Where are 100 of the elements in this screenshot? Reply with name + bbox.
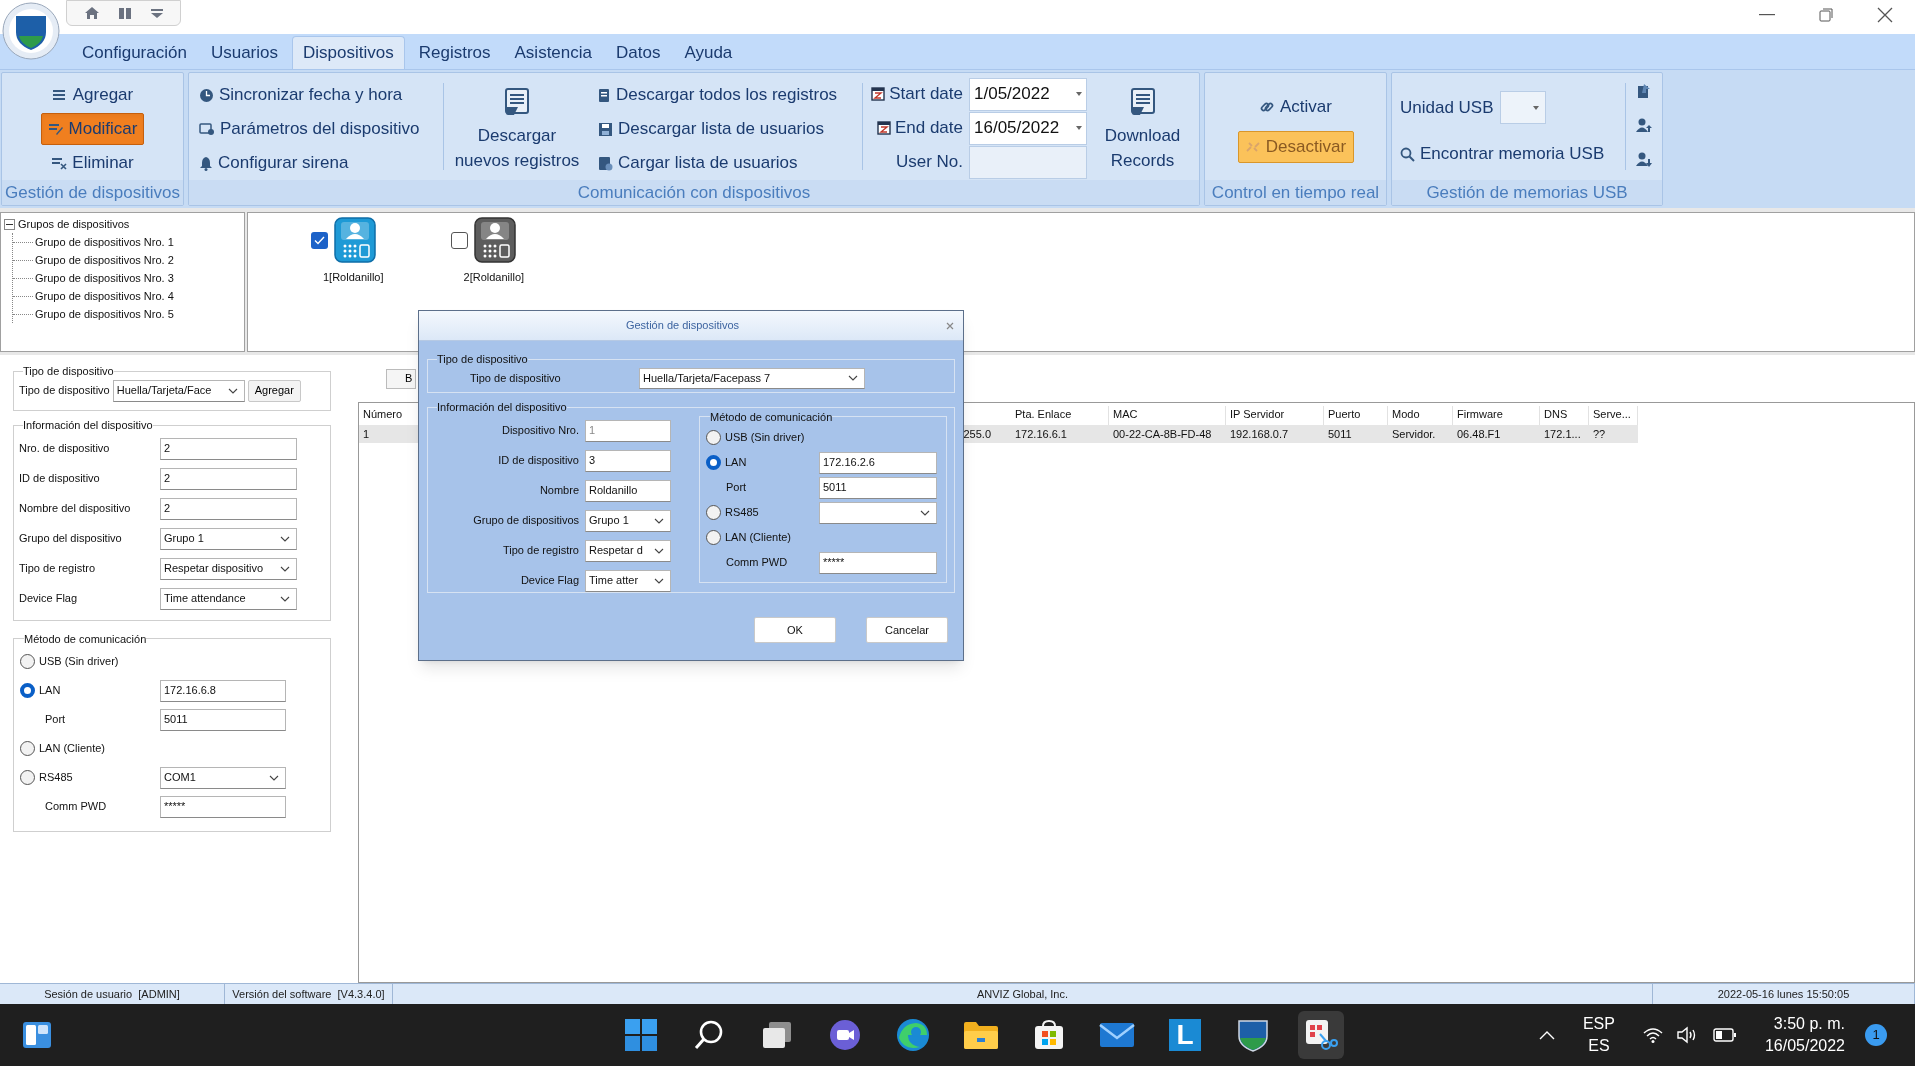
chat-icon[interactable] xyxy=(829,1019,861,1051)
dialog-button[interactable]: OK xyxy=(754,617,836,643)
toolbar-button[interactable]: Descargar todos los registros xyxy=(598,79,862,111)
radio-button[interactable] xyxy=(706,455,721,470)
close-icon[interactable] xyxy=(1877,7,1893,23)
input-field[interactable]: 2 xyxy=(160,437,297,460)
device-label[interactable]: 2[Roldanillo] xyxy=(443,269,525,286)
collapse-toggle[interactable] xyxy=(4,218,15,230)
radio-button[interactable] xyxy=(20,741,35,756)
export-icon[interactable] xyxy=(1636,83,1652,99)
widgets-icon[interactable] xyxy=(22,1021,52,1049)
download-button[interactable]: Descargar nuevos registros xyxy=(444,73,590,180)
toolbar-button[interactable]: Activar xyxy=(1255,91,1336,123)
browser-icon[interactable] xyxy=(896,1018,930,1052)
tree-item[interactable]: Grupo de dispositivos Nro. 2 xyxy=(33,251,174,269)
store-icon[interactable] xyxy=(1033,1019,1065,1051)
minimize-icon[interactable] xyxy=(1759,14,1775,16)
field-label: Port xyxy=(725,480,747,496)
input-field[interactable]: 2 xyxy=(160,497,297,520)
dialog-button[interactable]: Cancelar xyxy=(866,617,948,643)
user-upload-icon[interactable] xyxy=(1636,117,1652,133)
radio-button[interactable] xyxy=(20,654,35,669)
toolbar-button[interactable]: Cargar lista de usuarios xyxy=(598,147,862,179)
dropdown[interactable]: Huella/Tarjeta/Face xyxy=(112,379,245,402)
checkbox[interactable] xyxy=(451,231,469,249)
toolbar-button[interactable]: Descargar lista de usuarios xyxy=(598,113,862,145)
toolbar-button[interactable]: Modificar xyxy=(40,113,145,145)
dropdown[interactable]: Respetar dispositivo xyxy=(160,557,297,580)
tree-item[interactable]: Grupo de dispositivos Nro. 1 xyxy=(33,233,174,251)
tree-item[interactable]: Grupo de dispositivos Nro. 3 xyxy=(33,269,174,287)
app-logo[interactable] xyxy=(2,2,60,60)
dropdown[interactable]: Respetar d xyxy=(585,539,671,562)
notification-badge[interactable]: 1 xyxy=(1865,1024,1887,1046)
input-field[interactable]: Roldanillo xyxy=(585,479,671,502)
terminal-icon[interactable] xyxy=(474,217,517,263)
input-field[interactable]: 172.16.2.6 xyxy=(819,451,937,474)
close-icon[interactable] xyxy=(946,321,954,330)
tree-item[interactable]: Grupo de dispositivos Nro. 5 xyxy=(33,305,174,323)
shield-icon[interactable] xyxy=(1236,1018,1270,1052)
date-field[interactable]: 16/05/2022 xyxy=(969,111,1087,145)
terminal-icon[interactable] xyxy=(333,217,376,263)
dropdown[interactable] xyxy=(819,501,937,524)
toolbar-button[interactable]: B xyxy=(386,368,416,389)
toolbar-button[interactable]: Agregar xyxy=(44,79,141,111)
download-button[interactable]: Download Records xyxy=(1095,73,1190,180)
input-field[interactable]: ***** xyxy=(160,795,286,818)
menu-tab[interactable]: Ayuda xyxy=(674,36,743,69)
dropdown[interactable]: Grupo 1 xyxy=(585,509,671,532)
menu-tab[interactable]: Usuarios xyxy=(200,36,288,69)
tree-item[interactable]: Grupo de dispositivos Nro. 4 xyxy=(33,287,174,305)
checkbox[interactable] xyxy=(310,231,328,249)
menu-tab[interactable]: Registros xyxy=(408,36,501,69)
taskbar-button[interactable] xyxy=(1298,1011,1344,1059)
menu-tab[interactable]: Configuración xyxy=(72,36,197,69)
menu-tab[interactable]: Dispositivos xyxy=(292,36,405,69)
radio-button[interactable] xyxy=(706,505,721,520)
toolbar-button[interactable]: Configurar sirena xyxy=(199,147,443,179)
dropdown[interactable]: Time atter xyxy=(585,569,671,592)
input-field[interactable]: 3 xyxy=(585,449,671,472)
input-field[interactable]: 172.16.6.8 xyxy=(160,679,286,702)
radio-button[interactable] xyxy=(706,430,721,445)
device-label[interactable]: 1[Roldanillo] xyxy=(303,269,384,286)
date-field[interactable]: 1/05/2022 xyxy=(969,77,1087,111)
dropdown[interactable]: Grupo 1 xyxy=(160,527,297,550)
home-icon[interactable] xyxy=(83,6,100,20)
input-field[interactable] xyxy=(969,145,1087,179)
snipping-tool-icon[interactable] xyxy=(1304,1018,1338,1052)
toolbar-button[interactable]: Sincronizar fecha y hora xyxy=(199,79,443,111)
dropdown-icon[interactable] xyxy=(149,7,164,19)
battery-icon[interactable] xyxy=(1712,1028,1737,1042)
clock[interactable]: 3:50 p. m. 16/05/2022 xyxy=(1764,1013,1845,1057)
user-download-icon[interactable] xyxy=(1636,151,1652,167)
toolbar-button[interactable]: Parámetros del dispositivo xyxy=(199,113,443,145)
search-icon[interactable] xyxy=(693,1019,725,1051)
taskbar-button[interactable]: L xyxy=(1162,1011,1208,1059)
tree-item[interactable]: Grupos de dispositivos xyxy=(18,215,130,233)
chevron-up-icon[interactable] xyxy=(1538,1030,1555,1040)
mail-icon[interactable] xyxy=(1099,1021,1135,1049)
dropdown[interactable]: Huella/Tarjeta/Facepass 7 xyxy=(639,367,865,389)
restore-icon[interactable] xyxy=(1819,8,1833,22)
menu-tab[interactable]: Datos xyxy=(606,36,671,69)
radio-button[interactable] xyxy=(706,530,721,545)
radio-button[interactable] xyxy=(20,770,35,785)
start-icon[interactable] xyxy=(624,1018,658,1052)
radio-button[interactable] xyxy=(20,683,35,698)
wifi-icon[interactable] xyxy=(1642,1027,1663,1043)
menu-tab[interactable]: Asistencia xyxy=(504,36,602,69)
dropdown[interactable]: COM1 xyxy=(160,766,286,789)
add-button[interactable]: Agregar xyxy=(247,379,301,402)
task-view-icon[interactable] xyxy=(760,1020,794,1050)
input-field[interactable]: 2 xyxy=(160,467,297,490)
dropdown[interactable]: Time attendance xyxy=(160,587,297,610)
toolbar-button[interactable]: Encontrar memoria USB xyxy=(1400,138,1625,170)
folder-icon[interactable] xyxy=(963,1020,999,1050)
input-field[interactable]: ***** xyxy=(819,551,937,574)
input-field[interactable]: 5011 xyxy=(819,476,937,499)
input-field[interactable]: 5011 xyxy=(160,708,286,731)
toolbar-button[interactable]: Eliminar xyxy=(44,147,141,179)
language-indicator[interactable]: ESP ES xyxy=(1582,1013,1615,1057)
app-icon[interactable]: L xyxy=(1169,1019,1201,1051)
